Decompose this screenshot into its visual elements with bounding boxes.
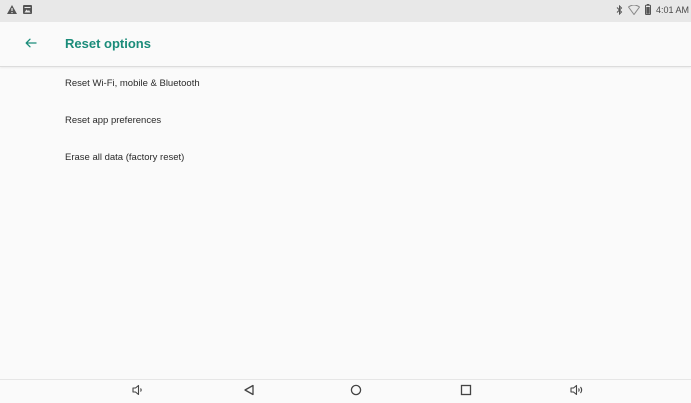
status-bar: 4:01 AM bbox=[0, 0, 691, 22]
volume-down-icon bbox=[132, 383, 144, 401]
back-icon bbox=[243, 383, 255, 401]
image-notification-icon bbox=[23, 5, 32, 14]
recents-icon bbox=[460, 383, 472, 401]
nav-home-button[interactable] bbox=[347, 384, 365, 400]
reset-options-list: Reset Wi-Fi, mobile & Bluetooth Reset ap… bbox=[0, 67, 691, 176]
factory-reset-label: Erase all data (factory reset) bbox=[65, 152, 185, 163]
volume-down-button[interactable] bbox=[129, 384, 147, 400]
wifi-icon bbox=[627, 4, 640, 15]
home-icon bbox=[350, 383, 362, 401]
reset-app-preferences-option[interactable]: Reset app preferences bbox=[0, 102, 691, 139]
status-system-icons: 4:01 AM bbox=[616, 4, 689, 15]
reset-network-label: Reset Wi-Fi, mobile & Bluetooth bbox=[65, 78, 200, 89]
bluetooth-icon bbox=[616, 4, 623, 15]
page-title: Reset options bbox=[65, 36, 151, 51]
arrow-left-icon bbox=[25, 35, 37, 53]
reset-network-option[interactable]: Reset Wi-Fi, mobile & Bluetooth bbox=[0, 65, 691, 102]
navigation-bar bbox=[0, 379, 691, 403]
warning-icon bbox=[7, 5, 17, 14]
volume-up-icon bbox=[570, 383, 584, 401]
nav-back-button[interactable] bbox=[240, 384, 258, 400]
back-button[interactable] bbox=[20, 33, 42, 55]
factory-reset-option[interactable]: Erase all data (factory reset) bbox=[0, 139, 691, 176]
reset-app-preferences-label: Reset app preferences bbox=[65, 115, 162, 126]
battery-icon bbox=[644, 4, 651, 15]
volume-up-button[interactable] bbox=[568, 384, 586, 400]
app-bar: Reset options bbox=[0, 22, 691, 67]
nav-recents-button[interactable] bbox=[457, 384, 475, 400]
status-notifications bbox=[7, 5, 32, 14]
android-settings-screen: 4:01 AM Reset options Reset Wi-Fi, mobil… bbox=[0, 0, 691, 403]
status-time: 4:01 AM bbox=[655, 4, 689, 15]
